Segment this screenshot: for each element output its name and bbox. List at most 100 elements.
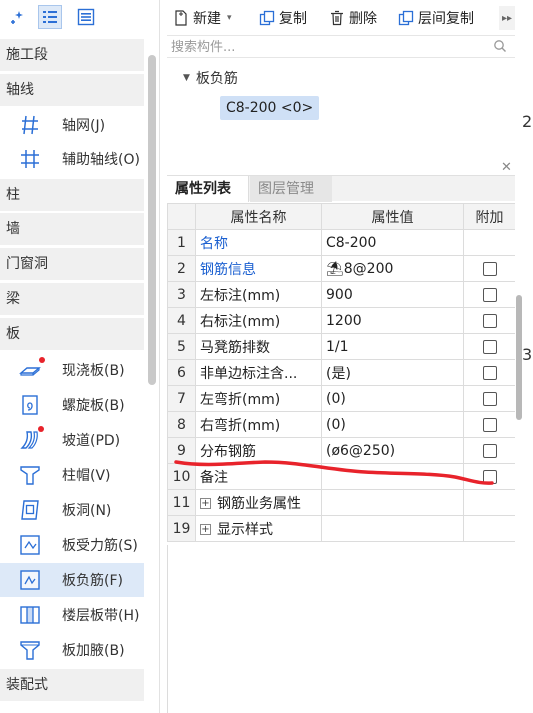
category-slab[interactable]: 板 (0, 318, 144, 350)
property-value[interactable] (321, 463, 464, 490)
property-name: 马凳筋排数 (195, 333, 322, 360)
tab-properties[interactable]: 属性列表 (167, 176, 249, 202)
nav-item-aux-axis[interactable]: 辅助轴线(O) (0, 142, 144, 176)
search-icon[interactable] (493, 39, 507, 57)
attach-checkbox[interactable] (482, 469, 497, 484)
nav-item-spiral-slab[interactable]: 螺旋板(B) (0, 388, 144, 422)
new-badge-dot (38, 426, 44, 432)
new-badge-dot (39, 357, 45, 363)
slab-rebar-icon (19, 534, 41, 556)
expand-plus-icon[interactable]: + (200, 498, 211, 509)
property-value[interactable]: 900 (321, 281, 464, 308)
attach-checkbox[interactable] (482, 339, 497, 354)
row-number: 4 (167, 307, 196, 334)
table-row[interactable]: 2 钢筋信息 ⛱8@200 (167, 255, 516, 282)
property-group[interactable]: + 钢筋业务属性 (195, 489, 322, 516)
category-beam[interactable]: 梁 (0, 283, 144, 315)
search-input[interactable] (171, 38, 481, 56)
property-value[interactable]: (0) (321, 411, 464, 438)
floor-copy-button-label: 层间复制 (418, 11, 474, 27)
row-number: 6 (167, 359, 196, 386)
tree-item-selected[interactable]: C8-200 <0> (220, 96, 320, 120)
nav-item-cast-slab[interactable]: 现浇板(B) (0, 353, 144, 387)
attach-checkbox[interactable] (482, 261, 497, 276)
property-value[interactable]: ⛱8@200 (321, 255, 464, 282)
nav-item-slab-rebar[interactable]: 板受力筋(S) (0, 528, 144, 562)
nav-item-label: 板负筋(F) (62, 573, 123, 589)
table-row[interactable]: 10 备注 (167, 463, 516, 490)
tab-layers[interactable]: 图层管理 (250, 176, 332, 202)
table-row[interactable]: 1 名称 C8-200 (167, 229, 516, 256)
table-row[interactable]: 11 + 钢筋业务属性 (167, 489, 516, 516)
category-door-window[interactable]: 门窗洞 (0, 248, 144, 280)
attach-checkbox[interactable] (482, 365, 497, 380)
category-axis[interactable]: 轴线 (0, 74, 144, 106)
expand-plus-icon[interactable]: + (200, 524, 211, 535)
floor-copy-button[interactable]: 层间复制 (398, 8, 474, 28)
column-cap-icon (19, 464, 41, 486)
nav-item-slab-neg-rebar[interactable]: 板负筋(F) (0, 563, 144, 597)
attach-checkbox[interactable] (482, 443, 497, 458)
property-tabs: 属性列表 图层管理 (167, 175, 515, 202)
category-column[interactable]: 柱 (0, 179, 144, 211)
property-value[interactable]: (0) (321, 385, 464, 412)
property-group-label: 显示样式 (217, 521, 273, 538)
property-value[interactable]: C8-200 (321, 229, 464, 256)
table-row[interactable]: 19 + 显示样式 (167, 515, 516, 542)
property-value[interactable]: (ø6@250) (321, 437, 464, 464)
category-wall[interactable]: 墙 (0, 213, 144, 245)
collapse-arrow-icon[interactable]: ▼ (183, 73, 190, 83)
header-property-value: 属性值 (321, 203, 464, 230)
category-prefab[interactable]: 装配式 (0, 669, 144, 701)
new-dropdown-arrow-icon[interactable]: ▾ (227, 13, 232, 23)
attach-cell (463, 359, 516, 386)
delete-button[interactable]: 删除 (329, 8, 377, 28)
category-construction-section[interactable]: 施工段 (0, 39, 144, 71)
copy-button[interactable]: 复制 (259, 8, 307, 28)
table-row[interactable]: 3 左标注(mm) 900 (167, 281, 516, 308)
table-row[interactable]: 8 右弯折(mm) (0) (167, 411, 516, 438)
tree-root-node[interactable]: ▼ 板负筋 (183, 68, 238, 88)
nav-item-slab-hole[interactable]: 板洞(N) (0, 493, 144, 527)
attach-checkbox[interactable] (482, 287, 497, 302)
nav-item-floor-strip[interactable]: 楼层板带(H) (0, 598, 144, 632)
row-number: 19 (167, 515, 196, 542)
toolbar-overflow-button[interactable]: ▸▸ (499, 6, 515, 30)
table-row[interactable]: 7 左弯折(mm) (0) (167, 385, 516, 412)
search-bar (167, 36, 515, 58)
nav-item-axis-grid[interactable]: 轴网(J) (0, 108, 144, 142)
nav-item-label: 板加腋(B) (62, 643, 125, 659)
row-number: 3 (167, 281, 196, 308)
property-value[interactable]: 1/1 (321, 333, 464, 360)
left-scrollbar-thumb[interactable] (148, 55, 156, 385)
nav-item-slab-haunch[interactable]: 板加腋(B) (0, 633, 144, 667)
row-number: 10 (167, 463, 196, 490)
nav-item-ramp[interactable]: 坡道(PD) (0, 423, 144, 457)
close-icon[interactable]: ✕ (501, 160, 512, 175)
table-row[interactable]: 5 马凳筋排数 1/1 (167, 333, 516, 360)
table-row[interactable]: 6 非单边标注含... (是) (167, 359, 516, 386)
property-value[interactable]: (是) (321, 359, 464, 386)
row-number: 8 (167, 411, 196, 438)
new-button[interactable]: 新建 ▾ (173, 8, 232, 28)
table-row[interactable]: 9 分布钢筋 (ø6@250) (167, 437, 516, 464)
attach-checkbox[interactable] (482, 391, 497, 406)
table-row[interactable]: 4 右标注(mm) 1200 (167, 307, 516, 334)
add-sparkle-icon[interactable] (6, 5, 30, 29)
attach-checkbox[interactable] (482, 313, 497, 328)
header-property-name: 属性名称 (195, 203, 322, 230)
property-group[interactable]: + 显示样式 (195, 515, 322, 542)
nav-item-column-cap[interactable]: 柱帽(V) (0, 458, 144, 492)
list-view-icon[interactable] (38, 5, 62, 29)
attach-cell (463, 255, 516, 282)
row-number: 1 (167, 229, 196, 256)
property-table: 属性名称 属性值 附加 1 名称 C8-200 2 钢筋信息 ⛱8@200 3 … (167, 203, 516, 542)
aux-axis-icon (19, 148, 41, 170)
property-value[interactable]: 1200 (321, 307, 464, 334)
nav-item-label: 楼层板带(H) (62, 608, 140, 624)
detail-view-icon[interactable] (74, 5, 98, 29)
attach-checkbox[interactable] (482, 417, 497, 432)
slab-haunch-icon (19, 639, 41, 661)
table-empty-area (167, 545, 515, 713)
attach-cell (463, 385, 516, 412)
